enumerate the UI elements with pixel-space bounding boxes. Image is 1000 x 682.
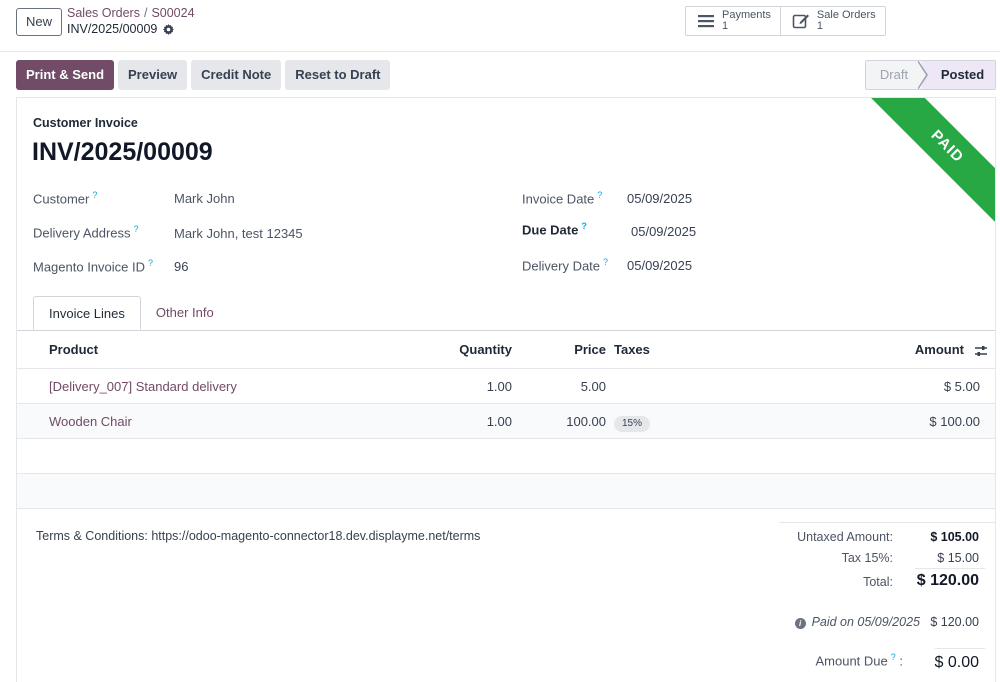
- gear-icon[interactable]: [163, 23, 175, 35]
- row-amount: $ 5.00: [943, 379, 980, 394]
- stage-posted[interactable]: Posted: [922, 61, 995, 89]
- delivery-address-value[interactable]: Mark John, test 12345: [174, 226, 303, 241]
- sale-orders-count: 1: [816, 20, 824, 32]
- paid-on-line[interactable]: i Paid on 05/09/2025: [794, 615, 920, 629]
- row-product[interactable]: Wooden Chair: [49, 404, 132, 439]
- paid-ribbon: PAID: [838, 98, 995, 236]
- due-date-value[interactable]: 05/09/2025: [631, 224, 696, 239]
- header-quantity[interactable]: Quantity: [459, 331, 512, 369]
- magento-invoice-id-label-text: Magento Invoice ID: [33, 259, 146, 275]
- print-send-button[interactable]: Print & Send: [16, 60, 115, 90]
- new-button[interactable]: New: [16, 8, 62, 36]
- tax-value: $ 15.00: [937, 551, 979, 565]
- amount-due-label-text: Amount Due: [815, 653, 888, 669]
- breadcrumb-separator: /: [143, 6, 148, 20]
- stage-arrow: [917, 61, 928, 89]
- due-date-label: Due Date?: [522, 221, 587, 237]
- table-row[interactable]: [Delivery_007] Standard delivery 1.00 5.…: [17, 369, 995, 404]
- header-price[interactable]: Price: [574, 331, 606, 369]
- tax-label: Tax 15%:: [841, 551, 893, 565]
- delivery-date-label-text: Delivery Date: [522, 258, 601, 274]
- customer-label-text: Customer: [33, 191, 90, 207]
- control-panel: New Sales Orders / S00024 INV/2025/00009 P…: [0, 0, 1000, 52]
- column-settings-icon[interactable]: [974, 344, 988, 358]
- due-overline: [935, 648, 985, 649]
- invoice-number: INV/2025/00009: [32, 138, 213, 166]
- help-icon[interactable]: ?: [891, 652, 896, 662]
- list-icon: [698, 15, 714, 28]
- info-icon[interactable]: i: [794, 618, 806, 629]
- row-quantity: 1.00: [486, 414, 512, 429]
- customer-label: Customer?: [33, 190, 97, 206]
- header-amount[interactable]: Amount: [915, 331, 964, 369]
- tax-badge: 15%: [614, 416, 651, 432]
- invoice-date-label: Invoice Date?: [522, 190, 602, 206]
- breadcrumb: Sales Orders / S00024: [67, 6, 195, 20]
- magento-invoice-id-label: Magento Invoice ID?: [33, 258, 153, 274]
- payments-count: 1: [722, 20, 729, 32]
- help-icon[interactable]: ?: [597, 190, 602, 200]
- credit-note-button[interactable]: Credit Note: [191, 60, 282, 90]
- row-quantity: 1.00: [486, 379, 512, 394]
- form-sheet: PAID Customer Invoice INV/2025/00009 Cus…: [16, 97, 996, 682]
- payments-smart-button[interactable]: Payments 1: [686, 7, 780, 35]
- totals-divider: [779, 522, 995, 523]
- sale-orders-label: Sale Orders: [816, 9, 876, 21]
- preview-button[interactable]: Preview: [118, 60, 188, 90]
- tax-underline: [915, 568, 985, 569]
- document-type: Customer Invoice: [33, 116, 138, 130]
- customer-value[interactable]: Mark John: [174, 191, 235, 206]
- stage-draft[interactable]: Draft: [866, 61, 922, 89]
- row-price: 100.00: [566, 414, 606, 429]
- edit-icon: [792, 14, 809, 29]
- help-icon[interactable]: ?: [134, 224, 139, 234]
- amount-due-value: $ 0.00: [934, 654, 979, 671]
- total-label: Total:: [863, 575, 893, 589]
- row-amount: $ 100.00: [929, 414, 980, 429]
- row-taxes: 15%: [614, 404, 651, 439]
- header-product[interactable]: Product: [49, 331, 98, 369]
- invoice-date-label-text: Invoice Date: [522, 191, 595, 207]
- smart-buttons: Payments 1 Sale Orders 1: [685, 6, 886, 36]
- delivery-date-value[interactable]: 05/09/2025: [627, 258, 692, 273]
- help-icon[interactable]: ?: [148, 258, 153, 268]
- row-price: 5.00: [580, 379, 606, 394]
- delivery-date-label: Delivery Date?: [522, 257, 608, 273]
- table-row[interactable]: Wooden Chair 1.00 100.00 15% $ 100.00: [17, 404, 995, 439]
- action-bar: Print & Send Preview Credit Note Reset t…: [16, 60, 391, 90]
- payments-label: Payments: [722, 9, 771, 21]
- paid-on-label: Paid on 05/09/2025: [811, 615, 920, 629]
- due-date-label-text: Due Date: [522, 222, 579, 238]
- lines-table-header: Product Quantity Price Taxes Amount: [17, 331, 995, 369]
- paid-ribbon-text: PAID: [927, 126, 967, 167]
- reset-to-draft-button[interactable]: Reset to Draft: [285, 60, 391, 90]
- magento-invoice-id-value[interactable]: 96: [174, 259, 188, 274]
- tab-invoice-lines[interactable]: Invoice Lines: [33, 296, 141, 330]
- help-icon[interactable]: ?: [603, 257, 608, 267]
- paid-value: $ 120.00: [930, 615, 979, 629]
- untaxed-amount-label: Untaxed Amount:: [797, 530, 893, 544]
- notebook-tabs: Invoice Lines Other Info: [33, 296, 229, 330]
- untaxed-amount-value: $ 105.00: [930, 530, 979, 544]
- empty-row: [17, 474, 995, 509]
- help-icon[interactable]: ?: [92, 190, 97, 200]
- record-title: INV/2025/00009: [67, 22, 175, 36]
- header-taxes[interactable]: Taxes: [614, 331, 650, 369]
- row-product[interactable]: [Delivery_007] Standard delivery: [49, 369, 237, 404]
- sale-orders-smart-button[interactable]: Sale Orders 1: [779, 7, 885, 35]
- empty-row: [17, 439, 995, 474]
- invoice-date-value[interactable]: 05/09/2025: [627, 191, 692, 206]
- breadcrumb-order[interactable]: S00024: [151, 6, 194, 20]
- terms-and-conditions[interactable]: Terms & Conditions: https://odoo-magento…: [36, 529, 480, 543]
- delivery-address-label-text: Delivery Address: [33, 225, 131, 241]
- breadcrumb-sales-orders[interactable]: Sales Orders: [67, 6, 140, 20]
- total-value: $ 120.00: [916, 572, 979, 589]
- delivery-address-label: Delivery Address?: [33, 224, 139, 240]
- help-icon[interactable]: ?: [581, 221, 587, 231]
- tab-other-info[interactable]: Other Info: [141, 296, 229, 330]
- status-bar: Draft Posted: [865, 60, 996, 90]
- amount-due-label: Amount Due? :: [815, 652, 903, 669]
- record-name: INV/2025/00009: [67, 22, 158, 36]
